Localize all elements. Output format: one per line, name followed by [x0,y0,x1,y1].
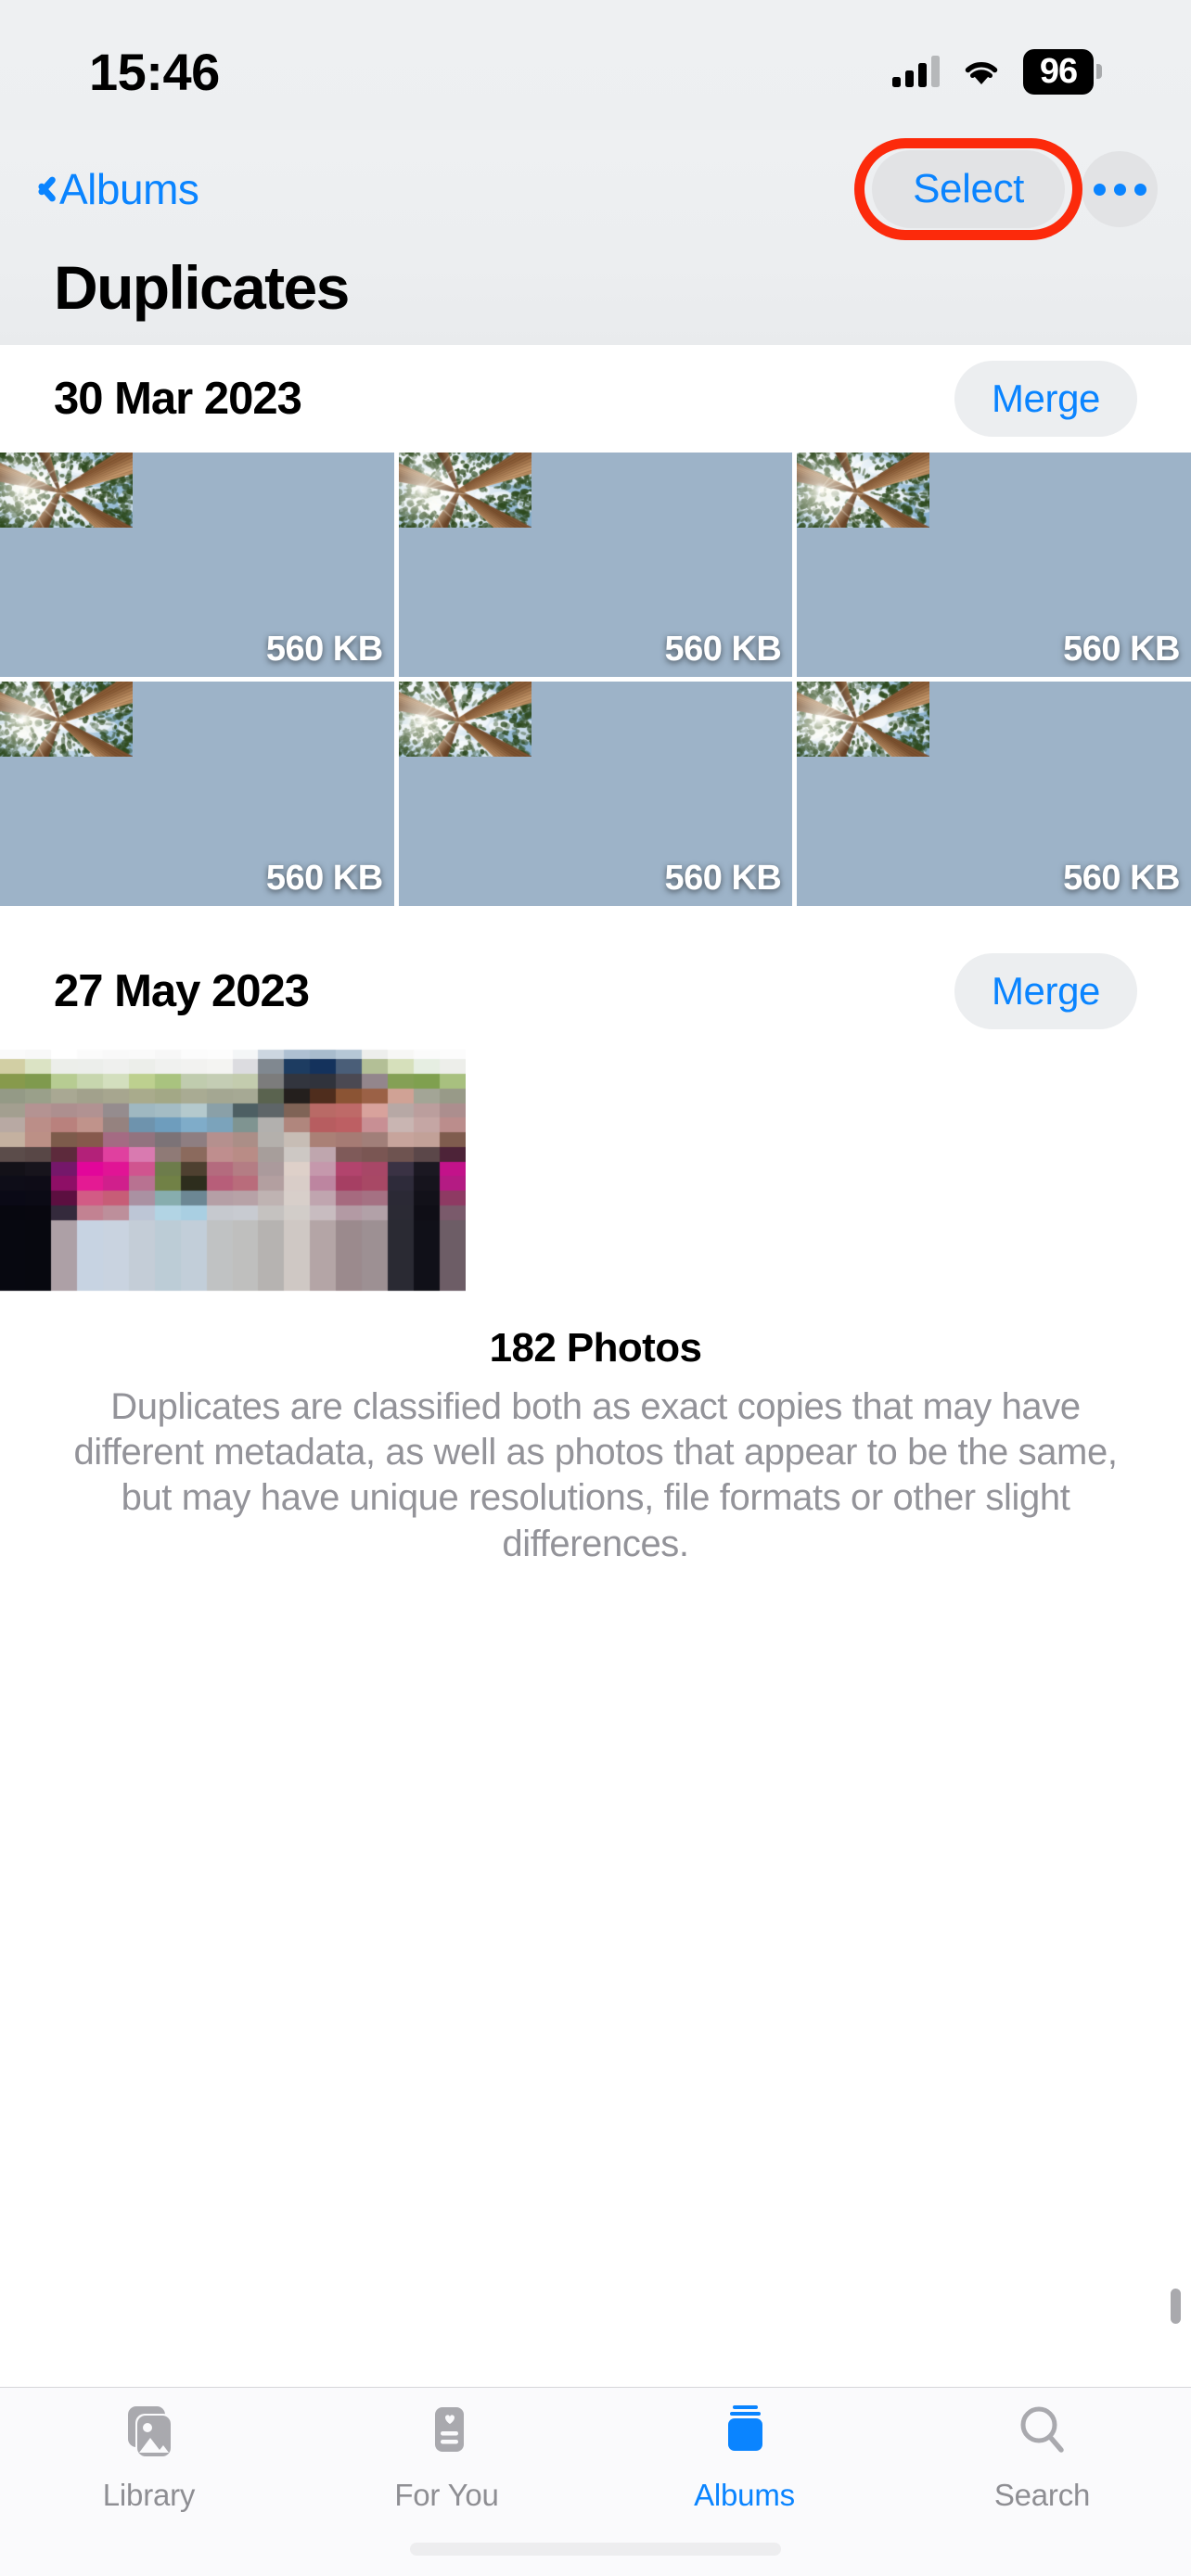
duplicates-list[interactable]: 30 Mar 2023 Merge 560 KB 560 KB 560 KB 5… [0,345,1191,2387]
file-size-label: 560 KB [664,859,781,899]
photo-thumbnail-blurred[interactable] [0,1045,466,1294]
section-header-0: 30 Mar 2023 Merge [0,345,1191,453]
search-icon [1010,2404,1075,2466]
photo-thumbnail[interactable]: 560 KB [399,682,793,906]
forest-photo [0,682,133,757]
file-size-label: 560 KB [664,630,781,670]
chevron-left-icon [33,171,54,208]
photo-thumbnail[interactable]: 560 KB [0,453,394,677]
pixelated-photo [0,1045,466,1294]
tab-library[interactable]: Library [57,2404,242,2513]
photo-grid-0: 560 KB 560 KB 560 KB 560 KB 560 KB 560 K… [0,453,1191,906]
duplicates-footer: 182 Photos Duplicates are classified bot… [0,1294,1191,1567]
file-size-label: 560 KB [1063,859,1180,899]
tab-albums[interactable]: Albums [652,2404,838,2513]
tab-label: Search [994,2478,1090,2513]
scroll-indicator[interactable] [1171,2289,1181,2324]
footer-description: Duplicates are classified both as exact … [65,1384,1126,1567]
section-header-1: 27 May 2023 Merge [0,937,1191,1045]
photo-thumbnail[interactable]: 560 KB [0,682,394,906]
battery-icon: 96 [1023,49,1102,95]
forest-photo [399,682,531,757]
forest-photo [0,453,133,528]
merge-button[interactable]: Merge [954,361,1137,437]
status-bar-indicators: 96 [892,49,1102,95]
tab-for-you[interactable]: For You [354,2404,540,2513]
cellular-signal-icon [892,56,940,87]
select-button[interactable]: Select [872,150,1065,228]
section-date: 27 May 2023 [54,965,309,1017]
page-title: Duplicates [54,252,349,323]
back-button-label: Albums [59,164,198,214]
back-button[interactable]: Albums [33,164,198,214]
albums-icon [712,2404,777,2466]
battery-percent: 96 [1040,52,1077,91]
file-size-label: 560 KB [266,630,383,670]
more-options-button[interactable] [1082,151,1158,227]
status-bar: 15:46 96 [0,0,1191,130]
forest-photo [399,453,531,528]
photo-thumbnail[interactable]: 560 KB [399,453,793,677]
for-you-icon [415,2404,480,2466]
tab-label: Library [103,2478,195,2513]
navigation-bar: Albums Select Duplicates [0,130,1191,345]
file-size-label: 560 KB [1063,630,1180,670]
ellipsis-icon [1094,184,1106,196]
select-button-wrapper: Select [872,150,1065,228]
photo-thumbnail[interactable]: 560 KB [797,453,1191,677]
photos-library-icon [117,2404,182,2466]
tab-search[interactable]: Search [950,2404,1135,2513]
forest-photo [797,453,929,528]
photo-thumbnail[interactable]: 560 KB [797,682,1191,906]
tab-label: For You [394,2478,498,2513]
photos-duplicates-screen: 15:46 96 Albums Select Duplicates 30 Mar… [0,0,1191,2576]
file-size-label: 560 KB [266,859,383,899]
forest-photo [797,682,929,757]
wifi-icon [962,57,1001,86]
nav-actions: Select [872,150,1158,228]
section-date: 30 Mar 2023 [54,373,301,425]
tab-label: Albums [694,2478,795,2513]
merge-button[interactable]: Merge [954,953,1137,1029]
status-bar-time: 15:46 [89,42,220,102]
tab-bar: Library For You Albums Search [0,2387,1191,2576]
photo-count-label: 182 Photos [65,1325,1126,1371]
